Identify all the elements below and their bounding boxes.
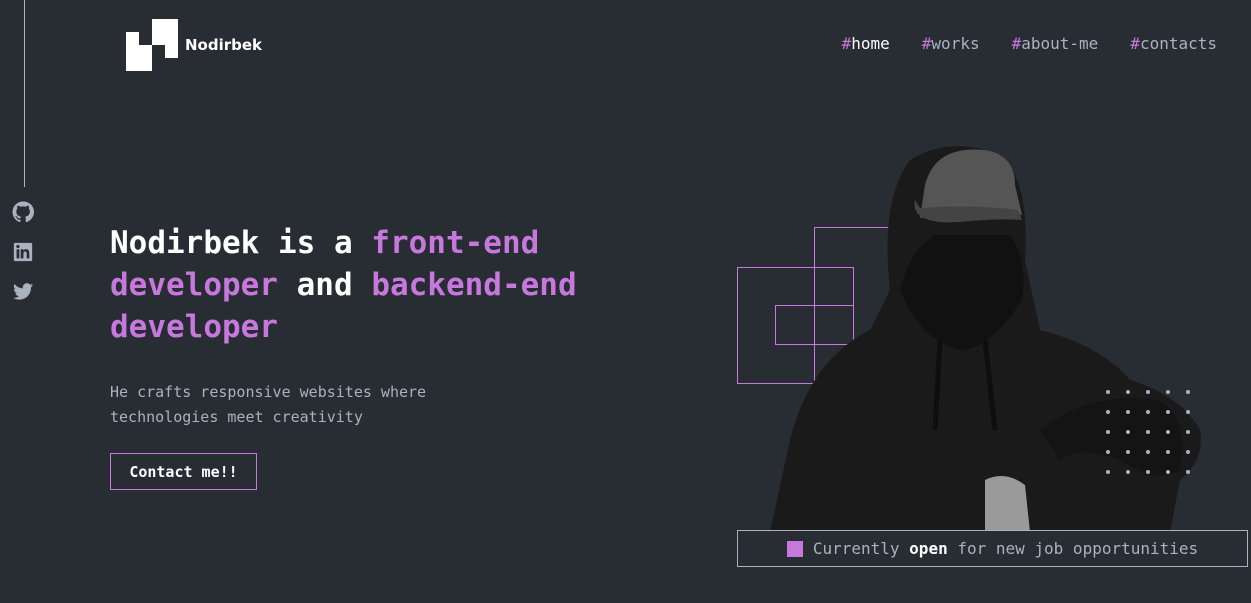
nav-label: contacts [1139, 34, 1217, 53]
nav-hash: # [921, 34, 932, 53]
hero-title: Nodirbek is a front-end developer and ba… [110, 222, 610, 348]
status-highlight: open [909, 539, 948, 558]
nav-label: about-me [1021, 34, 1099, 53]
linkedin-icon[interactable] [12, 241, 34, 263]
nav-hash: # [1130, 34, 1140, 53]
hero-subtitle: He crafts responsive websites where tech… [110, 383, 427, 426]
nav-item-about-me[interactable]: #about-me [1012, 34, 1099, 53]
brand-name: Nodirbek [185, 36, 263, 54]
portfolio-page: Nodirbek #home #works #about-me #contact… [0, 0, 1251, 603]
brand-logo[interactable]: Nodirbek [126, 19, 262, 71]
nav-label: home [851, 34, 890, 53]
hero-title-text: Nodirbek is a [110, 225, 372, 261]
status-indicator [786, 540, 803, 557]
nav-item-works[interactable]: #works [922, 34, 980, 53]
decor-dots [1106, 390, 1190, 474]
nav-item-contacts[interactable]: #contacts [1130, 34, 1217, 53]
nav-label: works [931, 34, 980, 53]
contact-me-button[interactable]: Contact me!! [110, 453, 257, 490]
github-icon[interactable] [12, 201, 34, 223]
hero-title-text: and [277, 267, 372, 303]
status-text: Currently [812, 539, 910, 558]
nav-item-home[interactable]: #home [842, 34, 890, 53]
nav-hash: # [841, 34, 852, 53]
nav-hash: # [1011, 34, 1022, 53]
twitter-icon[interactable] [12, 281, 34, 303]
status-text: for new job opportunities [947, 539, 1199, 558]
main-nav: #home #works #about-me #contacts [810, 34, 1217, 53]
social-rail-line [24, 0, 25, 187]
logo-icon [126, 19, 178, 71]
availability-status: Currently open for new job opportunities [737, 530, 1248, 567]
